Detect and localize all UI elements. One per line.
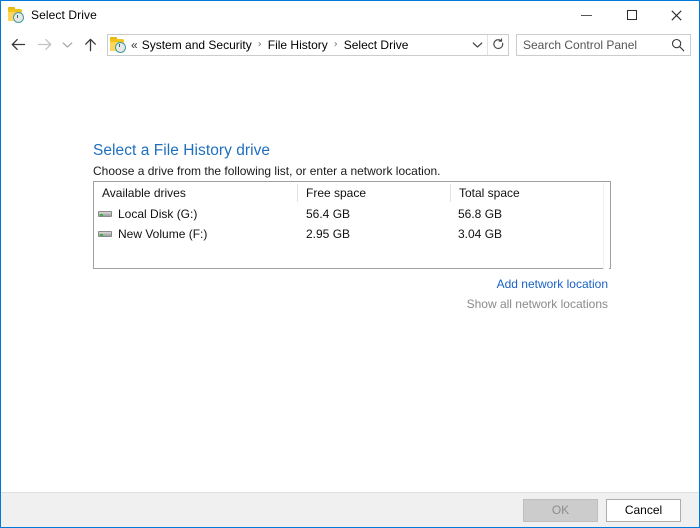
minimize-button[interactable] — [564, 1, 609, 29]
breadcrumb: « System and Security › File History › S… — [130, 38, 467, 52]
cancel-button[interactable]: Cancel — [606, 499, 681, 522]
page-title: Select a File History drive — [93, 142, 270, 160]
search-box[interactable] — [516, 34, 691, 56]
drive-total-space: 56.8 GB — [449, 207, 610, 221]
breadcrumb-separator-icon: › — [253, 39, 267, 50]
close-button[interactable] — [654, 1, 699, 29]
address-bar[interactable]: « System and Security › File History › S… — [107, 34, 509, 56]
page-subtitle: Choose a drive from the following list, … — [93, 164, 441, 178]
ok-button[interactable]: OK — [523, 499, 598, 522]
hard-drive-icon — [98, 226, 114, 242]
drive-list-item[interactable]: Local Disk (G:) 56.4 GB 56.8 GB — [94, 204, 610, 224]
column-header-total-space: Total space — [451, 186, 610, 200]
search-input[interactable] — [517, 37, 666, 53]
drive-list-header: Available drives Free space Total space — [94, 182, 610, 204]
show-all-network-locations-link[interactable]: Show all network locations — [467, 297, 608, 311]
maximize-icon — [627, 10, 637, 20]
drive-free-space: 2.95 GB — [297, 227, 449, 241]
add-network-location-link[interactable]: Add network location — [497, 277, 608, 291]
recent-locations-button[interactable] — [57, 32, 77, 58]
breadcrumb-item-system-and-security[interactable]: System and Security — [141, 38, 253, 52]
back-arrow-icon — [11, 38, 26, 51]
hard-drive-icon — [98, 206, 114, 222]
forward-arrow-icon — [37, 38, 52, 51]
file-history-icon — [8, 7, 24, 23]
drive-label: New Volume (F:) — [118, 227, 207, 241]
search-button[interactable] — [666, 38, 690, 52]
column-header-free-space: Free space — [298, 186, 450, 200]
address-dropdown-button[interactable] — [467, 35, 487, 55]
up-arrow-icon — [84, 38, 97, 52]
window-title: Select Drive — [31, 8, 97, 22]
list-scrollbar[interactable] — [603, 183, 609, 269]
forward-button[interactable] — [31, 32, 57, 58]
back-button[interactable] — [5, 32, 31, 58]
close-icon — [671, 10, 682, 21]
breadcrumb-separator-icon: › — [329, 39, 343, 50]
refresh-icon — [492, 38, 505, 51]
chevron-down-icon — [62, 41, 73, 49]
content-area: Select a File History drive Choose a dri… — [1, 60, 699, 492]
column-header-available-drives: Available drives — [94, 186, 297, 200]
dialog-footer: OK Cancel — [1, 492, 699, 527]
drive-free-space: 56.4 GB — [297, 207, 449, 221]
drive-name-cell: Local Disk (G:) — [94, 206, 297, 222]
breadcrumb-item-select-drive[interactable]: Select Drive — [343, 38, 410, 52]
drive-name-cell: New Volume (F:) — [94, 226, 297, 242]
up-button[interactable] — [77, 32, 103, 58]
available-drives-list[interactable]: Available drives Free space Total space … — [93, 181, 611, 269]
title-bar: Select Drive — [1, 1, 699, 29]
select-drive-window: Select Drive — [0, 0, 700, 528]
drive-total-space: 3.04 GB — [449, 227, 610, 241]
window-controls — [564, 1, 699, 29]
minimize-icon — [581, 15, 592, 16]
refresh-button[interactable] — [487, 35, 508, 55]
address-file-history-icon — [110, 37, 126, 53]
breadcrumb-overflow[interactable]: « — [130, 38, 141, 52]
chevron-down-icon — [472, 41, 483, 49]
maximize-button[interactable] — [609, 1, 654, 29]
navigation-bar: « System and Security › File History › S… — [1, 29, 699, 60]
breadcrumb-item-file-history[interactable]: File History — [267, 38, 329, 52]
drive-list-item[interactable]: New Volume (F:) 2.95 GB 3.04 GB — [94, 224, 610, 244]
search-icon — [671, 38, 685, 52]
drive-label: Local Disk (G:) — [118, 207, 197, 221]
